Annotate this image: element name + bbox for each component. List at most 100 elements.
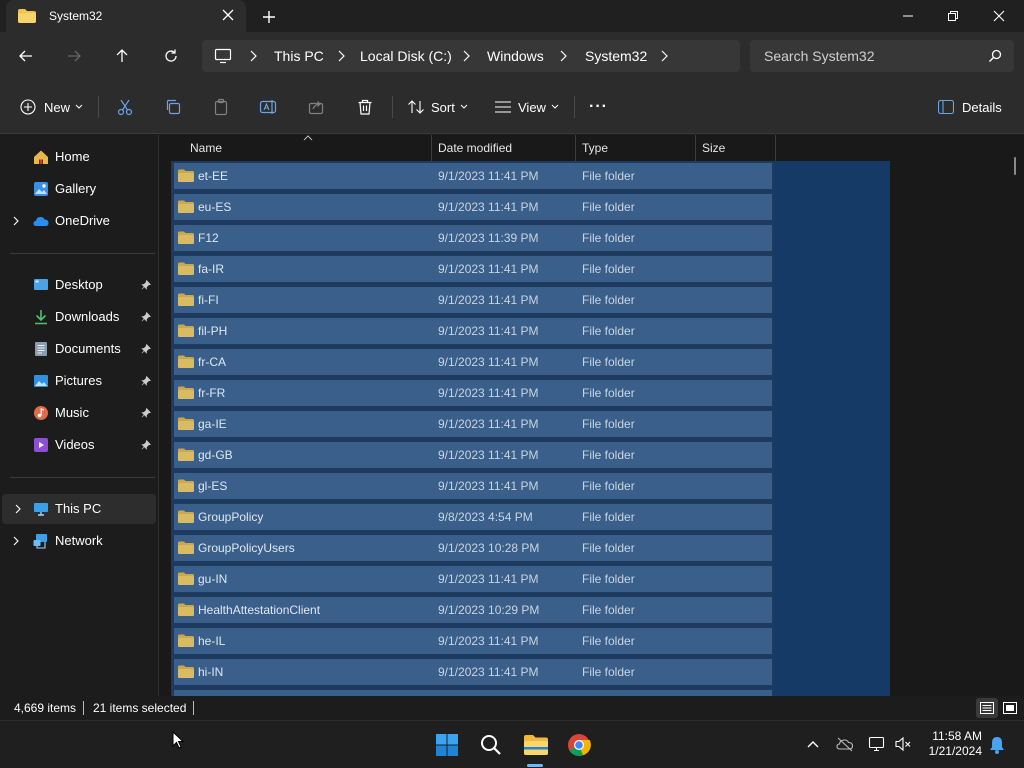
- network-status-icon[interactable]: [868, 735, 886, 753]
- column-name[interactable]: Name: [190, 141, 222, 155]
- forward-button[interactable]: [62, 44, 86, 68]
- file-type: File folder: [582, 603, 635, 617]
- taskbar-search-button[interactable]: [477, 731, 505, 759]
- tiles-view-button[interactable]: [1000, 698, 1020, 718]
- system-clock[interactable]: 11:58 AM 1/21/2024: [920, 729, 982, 759]
- paste-button[interactable]: [212, 96, 230, 118]
- pin-icon[interactable]: [141, 440, 151, 450]
- file-row[interactable]: he-IL 9/1/2023 11:41 PM File folder: [174, 628, 772, 654]
- file-row[interactable]: fa-IR 9/1/2023 11:41 PM File folder: [174, 256, 772, 282]
- file-row[interactable]: ga-IE 9/1/2023 11:41 PM File folder: [174, 411, 772, 437]
- sort-button[interactable]: Sort: [407, 96, 468, 118]
- sidebar-item-gallery[interactable]: Gallery: [0, 174, 156, 204]
- start-button[interactable]: [433, 731, 461, 759]
- pin-icon[interactable]: [141, 312, 151, 322]
- column-type[interactable]: Type: [582, 141, 608, 155]
- column-divider[interactable]: [775, 135, 776, 161]
- file-row[interactable]: gd-GB 9/1/2023 11:41 PM File folder: [174, 442, 772, 468]
- search-box[interactable]: Search System32: [750, 40, 1014, 72]
- address-bar[interactable]: This PC Local Disk (C:) Windows System32: [202, 40, 740, 72]
- file-row[interactable]: gl-ES 9/1/2023 11:41 PM File folder: [174, 473, 772, 499]
- onedrive-offline-icon[interactable]: [836, 736, 854, 752]
- copy-button[interactable]: [164, 96, 182, 118]
- file-row[interactable]: fr-FR 9/1/2023 11:41 PM File folder: [174, 380, 772, 406]
- breadcrumb-local-disk[interactable]: Local Disk (C:): [360, 48, 452, 64]
- pin-icon[interactable]: [141, 280, 151, 290]
- sidebar-item-label: This PC: [55, 501, 102, 516]
- refresh-button[interactable]: [159, 44, 183, 68]
- sidebar-item-onedrive[interactable]: OneDrive: [0, 206, 156, 236]
- file-row[interactable]: fil-PH 9/1/2023 11:41 PM File folder: [174, 318, 772, 344]
- chevron-right-icon[interactable]: [12, 536, 20, 546]
- chevron-right-icon[interactable]: [336, 50, 346, 62]
- column-divider[interactable]: [575, 135, 576, 161]
- column-date-modified[interactable]: Date modified: [438, 141, 512, 155]
- share-button[interactable]: [307, 96, 325, 118]
- file-row[interactable]: eu-ES 9/1/2023 11:41 PM File folder: [174, 194, 772, 220]
- up-button[interactable]: [110, 44, 134, 68]
- status-divider: [83, 701, 84, 715]
- tab-system32[interactable]: System32: [6, 0, 246, 32]
- volume-muted-icon[interactable]: [894, 735, 912, 753]
- view-button[interactable]: View: [494, 96, 559, 118]
- details-view-button[interactable]: [976, 698, 998, 718]
- sidebar-item-pictures[interactable]: Pictures: [0, 366, 156, 396]
- chevron-right-icon[interactable]: [659, 50, 669, 62]
- sidebar-item-documents[interactable]: Documents: [0, 334, 156, 364]
- back-button[interactable]: [14, 44, 38, 68]
- taskbar-chrome[interactable]: [565, 731, 593, 759]
- breadcrumb-this-pc[interactable]: This PC: [274, 48, 324, 64]
- file-date-modified: 9/1/2023 11:41 PM: [438, 634, 539, 648]
- minimize-button[interactable]: [885, 0, 931, 32]
- new-button[interactable]: New: [20, 96, 83, 118]
- chevron-right-icon[interactable]: [248, 50, 258, 62]
- more-options-button[interactable]: ···: [589, 96, 608, 118]
- chevron-right-icon[interactable]: [558, 50, 568, 62]
- close-window-button[interactable]: [976, 0, 1022, 32]
- pin-icon[interactable]: [141, 376, 151, 386]
- breadcrumb-windows[interactable]: Windows: [487, 48, 544, 64]
- folder-icon: [18, 9, 36, 23]
- documents-icon: [35, 342, 47, 356]
- chevron-up-icon[interactable]: [806, 739, 820, 749]
- close-tab-icon[interactable]: [220, 7, 236, 23]
- column-size[interactable]: Size: [702, 141, 725, 155]
- new-tab-icon[interactable]: [260, 8, 278, 26]
- rename-button[interactable]: [259, 96, 277, 118]
- file-name: fa-IR: [198, 262, 225, 276]
- sidebar-item-music[interactable]: Music: [0, 398, 156, 428]
- file-row[interactable]: et-EE 9/1/2023 11:41 PM File folder: [174, 163, 772, 189]
- taskbar-file-explorer[interactable]: [521, 731, 551, 759]
- file-row[interactable]: F12 9/1/2023 11:39 PM File folder: [174, 225, 772, 251]
- file-row[interactable]: HealthAttestationClient 9/1/2023 10:29 PM…: [174, 597, 772, 623]
- file-row[interactable]: GroupPolicy 9/8/2023 4:54 PM File folder: [174, 504, 772, 530]
- file-row[interactable]: hi-IN 9/1/2023 11:41 PM File folder: [174, 659, 772, 685]
- file-row[interactable]: fi-FI 9/1/2023 11:41 PM File folder: [174, 287, 772, 313]
- details-button[interactable]: Details: [938, 96, 1002, 118]
- pin-icon[interactable]: [141, 408, 151, 418]
- sidebar-item-videos[interactable]: Videos: [0, 430, 156, 460]
- breadcrumb-system32[interactable]: System32: [585, 48, 647, 64]
- chevron-right-icon[interactable]: [12, 216, 20, 226]
- restore-button[interactable]: [930, 0, 976, 32]
- sidebar-item-network[interactable]: Network: [0, 526, 156, 556]
- chevron-right-icon[interactable]: [461, 50, 471, 62]
- pin-icon[interactable]: [141, 344, 151, 354]
- cut-button[interactable]: [116, 96, 134, 118]
- sidebar-item-desktop[interactable]: Desktop: [0, 270, 156, 300]
- sidebar-item-home[interactable]: Home: [0, 142, 156, 172]
- sidebar-item-downloads[interactable]: Downloads: [0, 302, 156, 332]
- column-divider[interactable]: [695, 135, 696, 161]
- file-row[interactable]: fr-CA 9/1/2023 11:41 PM File folder: [174, 349, 772, 375]
- file-date-modified: 9/1/2023 10:28 PM: [438, 541, 540, 555]
- sidebar-item-this-pc[interactable]: This PC: [2, 494, 156, 524]
- scrollbar-thumb[interactable]: [1014, 157, 1016, 175]
- column-divider[interactable]: [431, 135, 432, 161]
- search-icon[interactable]: [988, 49, 1002, 63]
- chevron-right-icon[interactable]: [14, 504, 22, 514]
- file-row[interactable]: GroupPolicyUsers 9/1/2023 10:28 PM File fo…: [174, 535, 772, 561]
- file-list[interactable]: Name Date modified Type Size et-EE 9/1/20…: [159, 135, 1024, 696]
- file-row[interactable]: gu-IN 9/1/2023 11:41 PM File folder: [174, 566, 772, 592]
- delete-button[interactable]: [356, 96, 374, 118]
- notification-bell-icon[interactable]: [988, 735, 1006, 755]
